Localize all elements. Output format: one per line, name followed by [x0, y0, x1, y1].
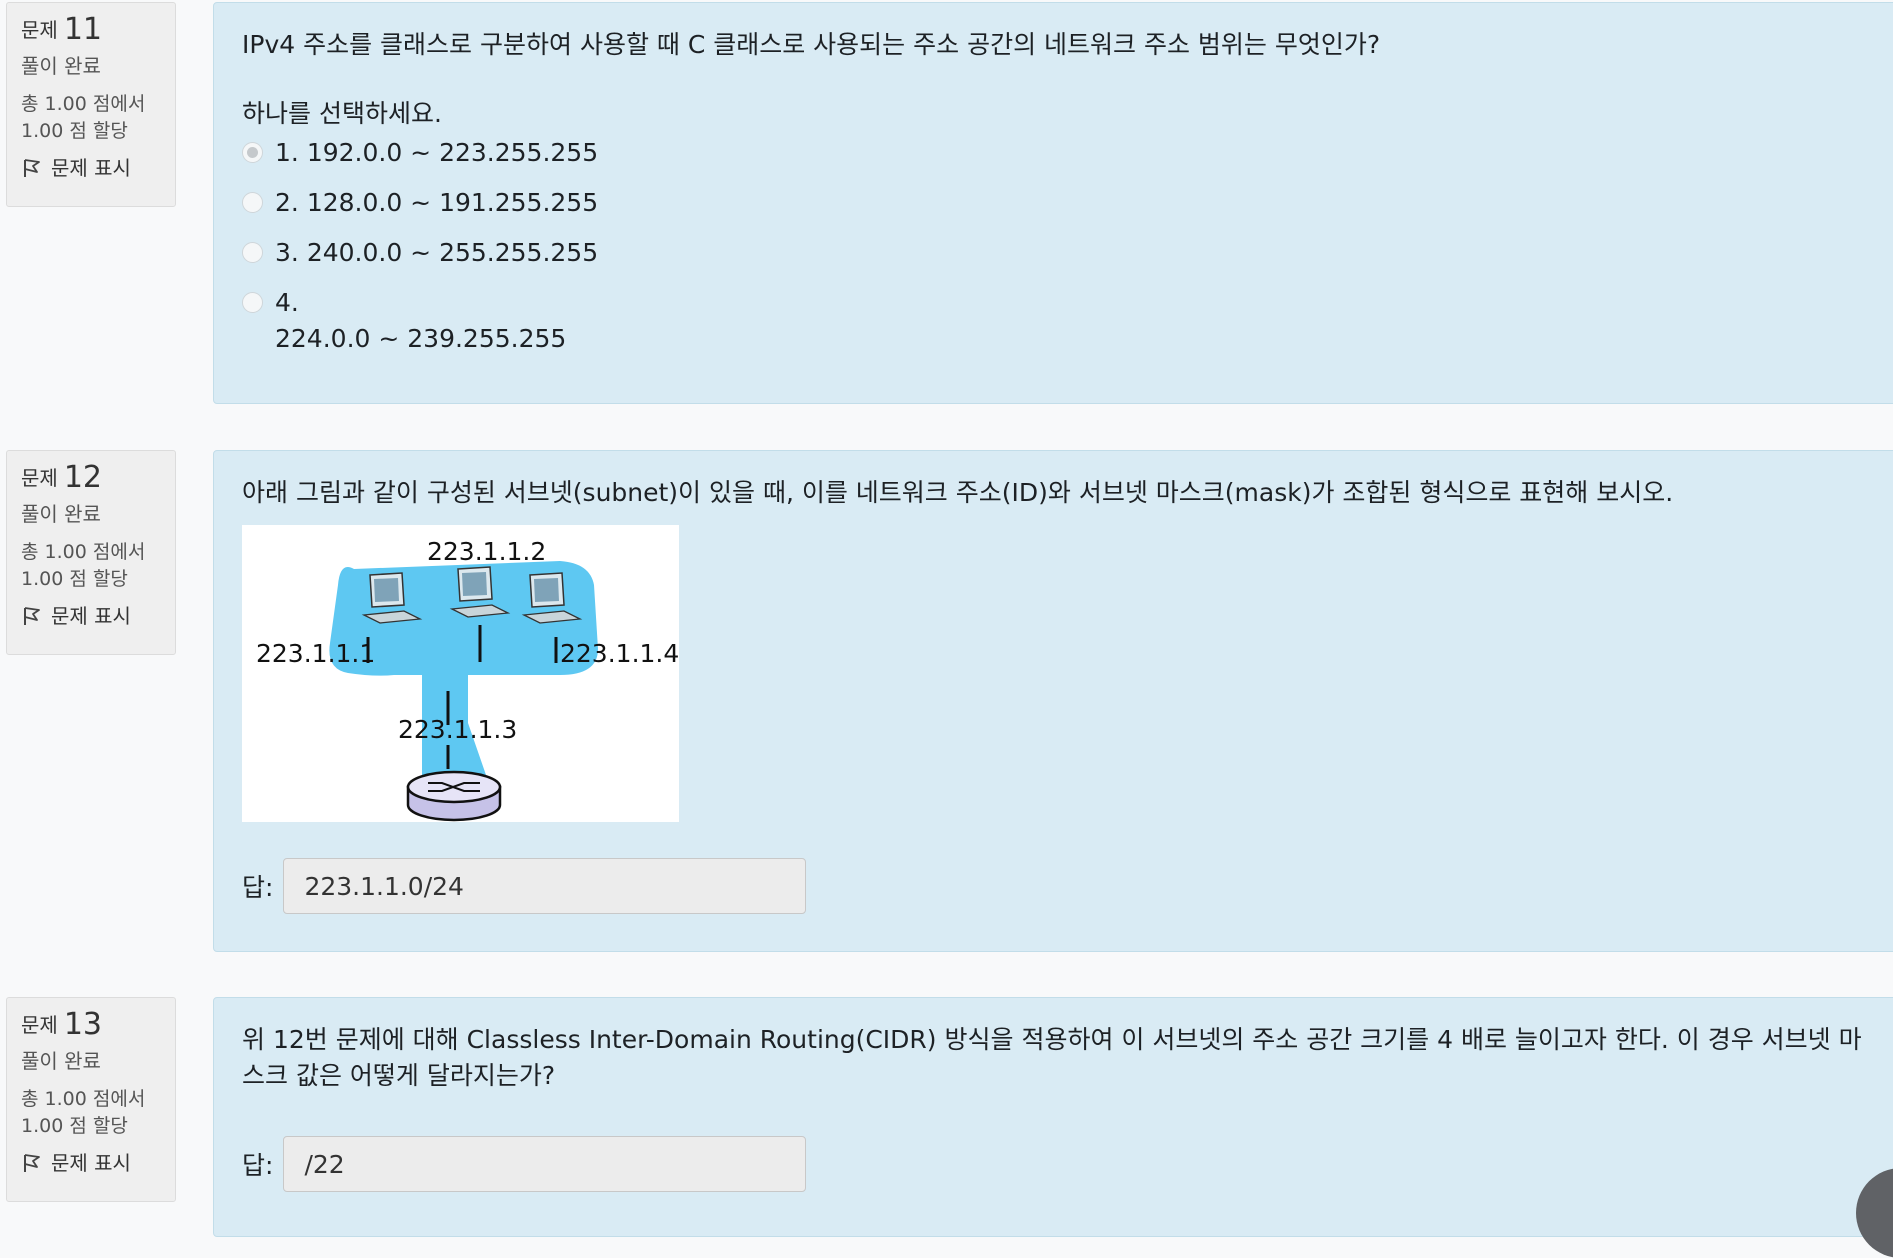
question-grade: 총 1.00 점에서 1.00 점 할당 [21, 91, 161, 145]
flag-question-link[interactable]: 문제 표시 [21, 603, 161, 629]
host-label: 223.1.1.4 [560, 639, 679, 668]
radio-button[interactable] [242, 292, 263, 313]
flag-label: 문제 표시 [51, 156, 131, 180]
question-info-11: 문제 11 풀이 완료 총 1.00 점에서 1.00 점 할당 문제 표시 [6, 2, 176, 207]
subnet-diagram: 223.1.1.2 223.1.1.1 223.1.1.4 223.1.1.3 [242, 525, 679, 822]
option-label: 240.0.0 ~ 255.255.255 [306, 238, 599, 267]
question-number: 문제 11 [21, 15, 161, 45]
question-content-11: IPv4 주소를 클래스로 구분하여 사용할 때 C 클래스로 사용되는 주소 … [213, 2, 1893, 404]
router-icon [406, 770, 502, 822]
answer-option-1[interactable]: 1. 192.0.0 ~ 223.255.255 [242, 135, 1884, 171]
question-grade: 총 1.00 점에서 1.00 점 할당 [21, 1086, 161, 1140]
option-text: 2. 128.0.0 ~ 191.255.255 [275, 185, 598, 221]
answer-option-3[interactable]: 3. 240.0.0 ~ 255.255.255 [242, 235, 1884, 271]
question-text: IPv4 주소를 클래스로 구분하여 사용할 때 C 클래스로 사용되는 주소 … [242, 30, 1381, 59]
option-number: 1. [275, 138, 299, 167]
answer-prompt: 하나를 선택하세요. [242, 99, 442, 128]
flag-question-link[interactable]: 문제 표시 [21, 155, 161, 181]
answer-input[interactable] [283, 858, 807, 914]
host-label: 223.1.1.1 [256, 639, 375, 668]
flag-icon [24, 1154, 40, 1172]
radio-button[interactable] [242, 242, 263, 263]
question-number-value: 11 [63, 12, 102, 47]
answer-row: 답: [242, 858, 1884, 914]
option-label: 128.0.0 ~ 191.255.255 [306, 188, 599, 217]
question-text: 위 12번 문제에 대해 Classless Inter-Domain Rout… [242, 1025, 1862, 1090]
answer-label: 답: [242, 873, 274, 902]
question-number-value: 12 [63, 460, 102, 495]
question-number-value: 13 [63, 1007, 102, 1042]
option-text: 4. 224.0.0 ~ 239.255.255 [275, 285, 566, 357]
option-label: 192.0.0 ~ 223.255.255 [306, 138, 599, 167]
flag-icon [24, 159, 40, 177]
grade-line-2: 1.00 점 할당 [21, 120, 128, 142]
question-info-12: 문제 12 풀이 완료 총 1.00 점에서 1.00 점 할당 문제 표시 [6, 450, 176, 655]
question-label: 문제 [21, 18, 58, 42]
option-text: 1. 192.0.0 ~ 223.255.255 [275, 135, 598, 171]
option-number: 3. [275, 238, 299, 267]
flag-label: 문제 표시 [51, 604, 131, 628]
question-state: 풀이 완료 [21, 54, 101, 78]
question-grade: 총 1.00 점에서 1.00 점 할당 [21, 539, 161, 593]
radio-button[interactable] [242, 142, 263, 163]
option-label: 224.0.0 ~ 239.255.255 [275, 324, 567, 353]
flag-icon [24, 607, 40, 625]
question-text: 아래 그림과 같이 구성된 서브넷(subnet)이 있을 때, 이를 네트워크… [242, 478, 1674, 507]
radio-button[interactable] [242, 192, 263, 213]
answer-label: 답: [242, 1151, 274, 1180]
grade-line-2: 1.00 점 할당 [21, 568, 128, 590]
answer-row: 답: [242, 1136, 1884, 1192]
question-info-13: 문제 13 풀이 완료 총 1.00 점에서 1.00 점 할당 문제 표시 [6, 997, 176, 1202]
option-number: 4. [275, 288, 299, 317]
grade-line-1: 총 1.00 점에서 [21, 93, 146, 115]
question-label: 문제 [21, 1013, 58, 1037]
option-text: 3. 240.0.0 ~ 255.255.255 [275, 235, 598, 271]
option-number: 2. [275, 188, 299, 217]
question-state: 풀이 완료 [21, 502, 101, 526]
question-number: 문제 13 [21, 1010, 161, 1040]
grade-line-1: 총 1.00 점에서 [21, 1088, 146, 1110]
question-label: 문제 [21, 466, 58, 490]
flag-question-link[interactable]: 문제 표시 [21, 1150, 161, 1176]
host-label: 223.1.1.3 [398, 715, 517, 744]
question-number: 문제 12 [21, 463, 161, 493]
answer-input[interactable] [283, 1136, 807, 1192]
question-state: 풀이 완료 [21, 1049, 101, 1073]
host-label: 223.1.1.2 [427, 537, 546, 566]
question-content-12: 아래 그림과 같이 구성된 서브넷(subnet)이 있을 때, 이를 네트워크… [213, 450, 1893, 952]
answer-option-4[interactable]: 4. 224.0.0 ~ 239.255.255 [242, 285, 1884, 357]
grade-line-1: 총 1.00 점에서 [21, 541, 146, 563]
answer-option-2[interactable]: 2. 128.0.0 ~ 191.255.255 [242, 185, 1884, 221]
grade-line-2: 1.00 점 할당 [21, 1115, 128, 1137]
question-content-13: 위 12번 문제에 대해 Classless Inter-Domain Rout… [213, 997, 1893, 1237]
flag-label: 문제 표시 [51, 1151, 131, 1175]
